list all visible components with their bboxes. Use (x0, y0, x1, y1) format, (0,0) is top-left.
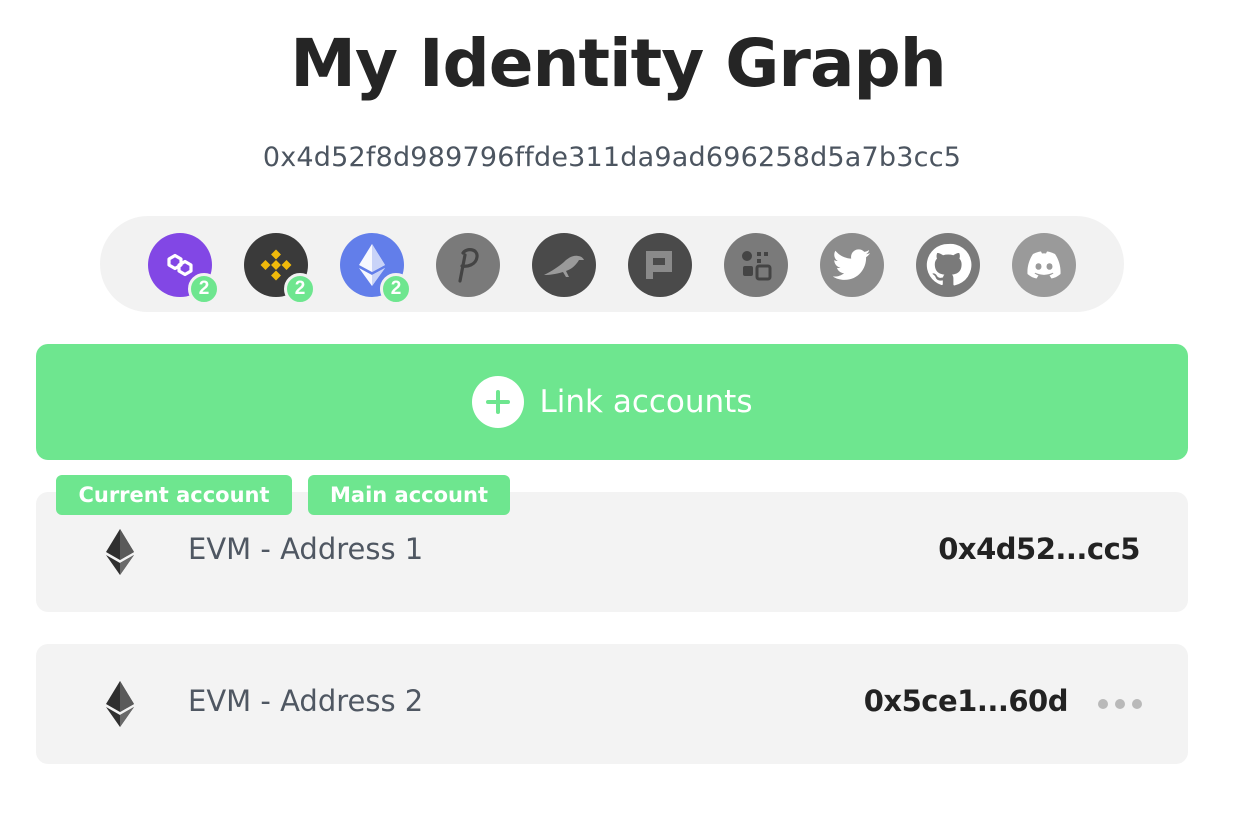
more-options-icon[interactable] (1098, 698, 1142, 710)
wallet-address: 0x4d52f8d989796ffde311da9ad696258d5a7b3c… (262, 142, 962, 173)
network-polkadot[interactable] (436, 233, 500, 297)
twitter-icon (833, 249, 871, 280)
network-count-badge: 2 (188, 273, 220, 305)
network-pixel[interactable] (628, 233, 692, 297)
github-icon (926, 243, 972, 286)
ethereum-icon (106, 681, 134, 727)
network-ethereum[interactable]: 2 (340, 233, 412, 305)
account-row[interactable]: EVM - Address 2 0x5ce1...60d (36, 644, 1188, 764)
network-twitter[interactable] (820, 233, 884, 297)
link-accounts-label: Link accounts (539, 384, 753, 420)
pixel-p-icon (646, 251, 672, 279)
account-address: 0x4d52...cc5 (938, 532, 1140, 566)
crow-icon (544, 255, 584, 277)
network-bar: 2 2 2 (100, 216, 1124, 312)
current-account-tag: Current account (56, 475, 292, 515)
page-title: My Identity Graph (290, 25, 946, 102)
network-count-badge: 2 (380, 273, 412, 305)
discord-icon (1027, 251, 1061, 279)
network-count-badge: 2 (284, 273, 316, 305)
account-name: EVM - Address 1 (188, 532, 424, 566)
qr-icon (742, 251, 772, 281)
polkadot-icon (458, 248, 479, 283)
network-crow[interactable] (532, 233, 596, 297)
network-github[interactable] (916, 233, 980, 297)
main-account-tag: Main account (308, 475, 510, 515)
network-discord[interactable] (1012, 233, 1076, 297)
ethereum-icon (106, 529, 134, 575)
network-polygon[interactable]: 2 (148, 233, 220, 305)
network-qr[interactable] (724, 233, 788, 297)
link-accounts-button[interactable]: Link accounts (36, 344, 1188, 460)
account-name: EVM - Address 2 (188, 684, 424, 718)
network-binance[interactable]: 2 (244, 233, 316, 305)
plus-icon (471, 376, 524, 428)
account-address: 0x5ce1...60d (863, 684, 1069, 718)
